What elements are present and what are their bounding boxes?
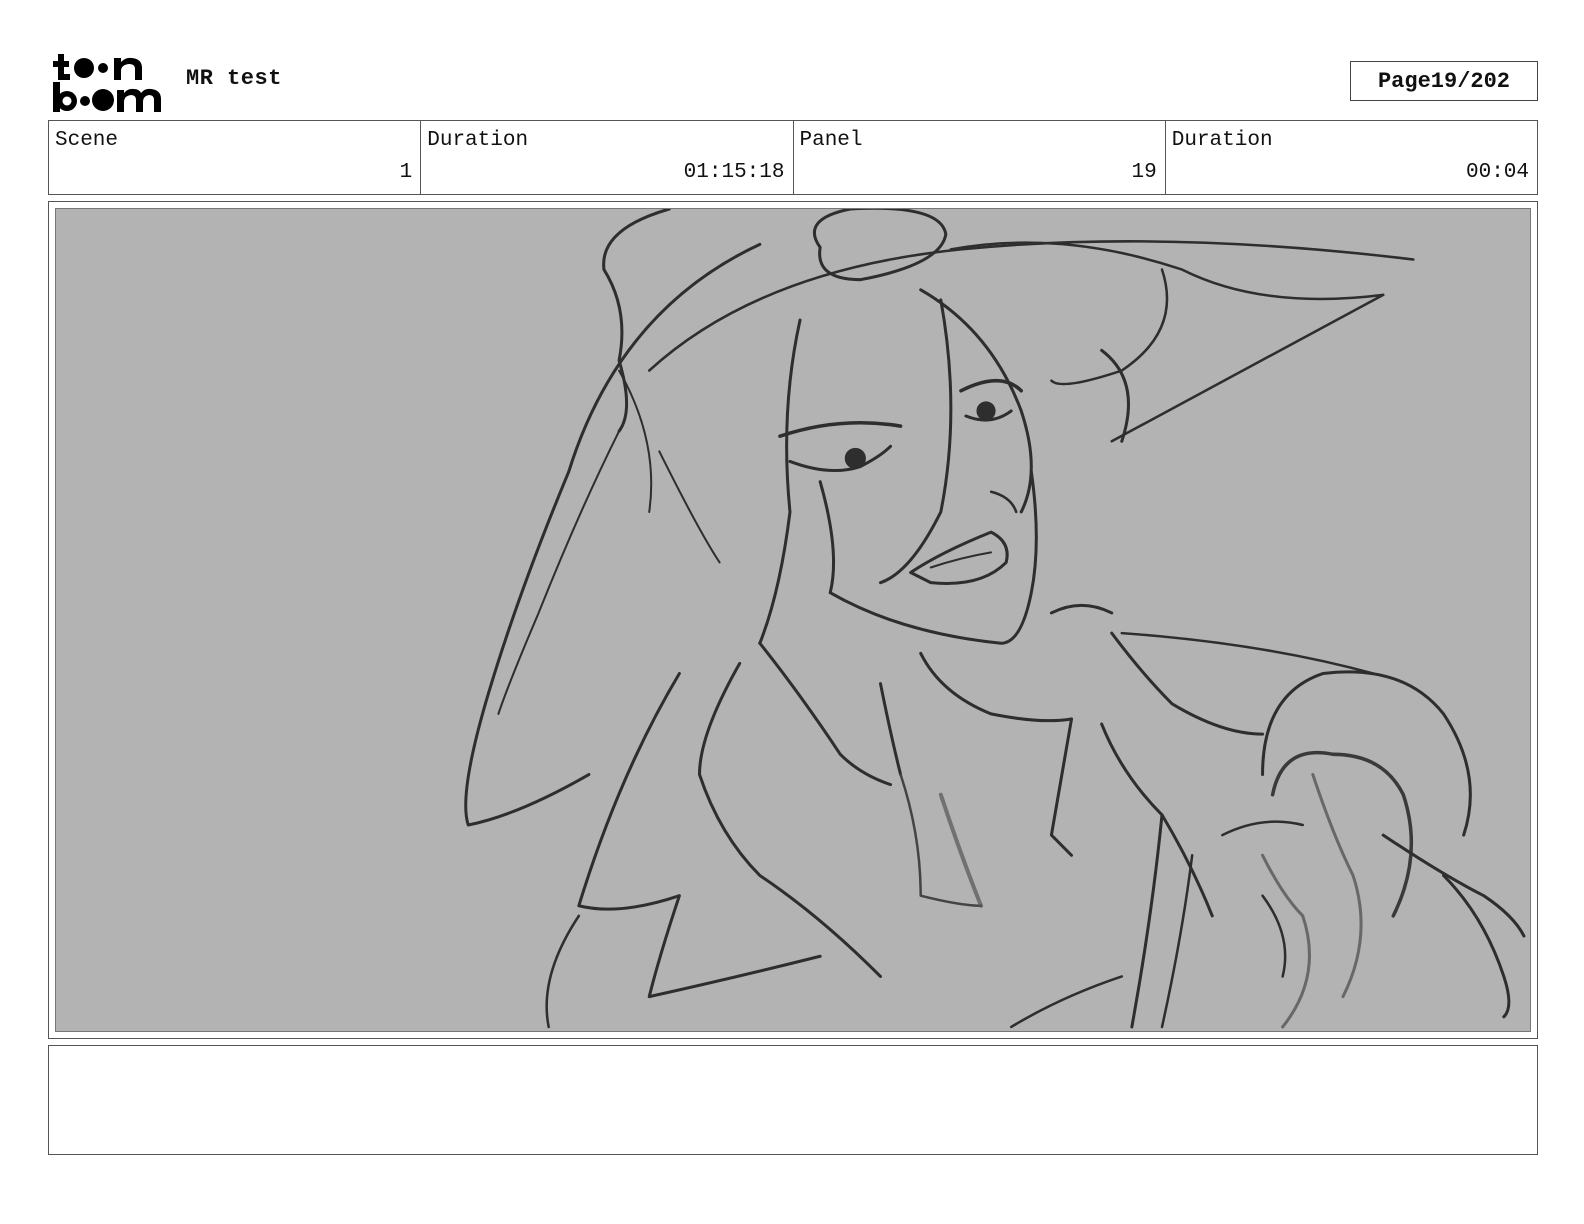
- sketch-drawing: [464, 209, 1526, 1029]
- panel-cell: Panel 19: [794, 121, 1166, 194]
- panel-image: [55, 208, 1531, 1032]
- scene-duration-value: 01:15:18: [683, 161, 785, 184]
- page-number: 19/202: [1430, 68, 1511, 94]
- panel-frame: [48, 201, 1538, 1039]
- panel-duration-cell: Duration 00:04: [1166, 121, 1537, 194]
- scene-label: Scene: [55, 129, 119, 152]
- panel-duration-label: Duration: [1171, 129, 1273, 152]
- panel-duration-value: 00:04: [1465, 161, 1529, 184]
- page-label: Page: [1377, 68, 1431, 94]
- scene-cell: Scene 1: [49, 121, 422, 194]
- panel-notes-box[interactable]: [48, 1045, 1538, 1155]
- scene-number: 1: [399, 161, 413, 184]
- page-indicator: Page 19/202: [1350, 61, 1538, 101]
- panel-info-row: Scene 1 Duration 01:15:18 Panel 19 Durat…: [48, 120, 1538, 195]
- panel-number: 19: [1131, 161, 1157, 184]
- scene-duration-label: Duration: [427, 129, 529, 152]
- toon-boom-logo: [53, 54, 161, 112]
- project-title: MR test: [186, 66, 282, 91]
- scene-duration-cell: Duration 01:15:18: [421, 121, 794, 194]
- panel-label: Panel: [799, 129, 863, 152]
